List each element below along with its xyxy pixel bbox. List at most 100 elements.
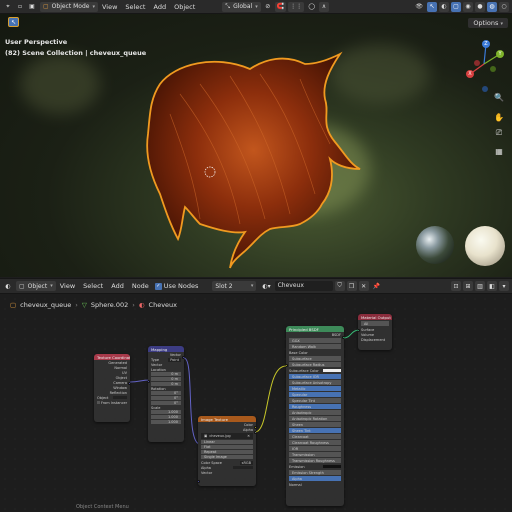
gizmo-neg-y[interactable]	[490, 66, 496, 72]
roughness-field[interactable]: Roughness	[289, 404, 341, 409]
visibility-icon[interactable]: 👁	[413, 1, 425, 12]
node-menu-add[interactable]: Add	[107, 282, 128, 290]
scale-x-field[interactable]: 1.000	[151, 410, 181, 414]
socket-vector-out[interactable]	[182, 356, 184, 359]
shader-type-dropdown[interactable]: ▢ Object ▾	[16, 281, 56, 291]
socket-alpha-out[interactable]	[254, 431, 256, 434]
distribution-dropdown[interactable]: GGX	[289, 338, 341, 343]
menu-add[interactable]: Add	[149, 3, 170, 11]
use-nodes-toggle[interactable]: ✓ Use Nodes	[154, 282, 198, 290]
camera-icon[interactable]: ⎚	[494, 128, 504, 138]
socket-base-color-in[interactable]	[286, 364, 288, 367]
metallic-field[interactable]: Metallic	[289, 386, 341, 391]
subsurface-color-row[interactable]: Subsurface Color	[286, 368, 344, 373]
from-instancer-row[interactable]: From Instancer	[94, 400, 130, 405]
node-menu-node[interactable]: Node	[128, 282, 153, 290]
shader-node-editor[interactable]: ▢ cheveux_queue › ▽ Sphere.002 › ◐ Cheve…	[0, 294, 512, 512]
duplicate-material-icon[interactable]: ❐	[346, 281, 357, 291]
transmission-roughness-field[interactable]: Transmission Roughness	[289, 458, 341, 463]
snapping-icon[interactable]: ⊡	[451, 281, 461, 291]
emission-row[interactable]: Emission	[286, 464, 344, 469]
loc-y-field[interactable]: 0 m	[151, 377, 181, 381]
gizmo-z-axis[interactable]: Z	[482, 40, 490, 48]
specular-tint-field[interactable]: Specular Tint	[289, 398, 341, 403]
emission-strength-field[interactable]: Emission Strength	[289, 470, 341, 475]
image-texture-node[interactable]: Image Texture Color Alpha ▣ cheveux.jpg ✕ …	[198, 416, 256, 486]
close-icon[interactable]: ✕	[247, 434, 250, 438]
slot-dropdown[interactable]: Slot 2 ▾	[212, 281, 257, 291]
orientation-dropdown[interactable]: ⤡ Global ▾	[222, 1, 261, 12]
menu-view[interactable]: View	[98, 3, 121, 11]
extension-dropdown[interactable]: Repeat	[201, 450, 253, 454]
mapping-node[interactable]: Mapping Vector Type Point Vector Location…	[148, 346, 184, 442]
texture-coordinate-node[interactable]: Texture Coordinate Generated Normal UV O…	[94, 354, 130, 422]
node-menu-view[interactable]: View	[56, 282, 79, 290]
scale-z-field[interactable]: 1.000	[151, 420, 181, 424]
subsurface-field[interactable]: Subsurface	[289, 356, 341, 361]
socket-bsdf-out[interactable]	[342, 336, 344, 339]
backdrop-icon[interactable]: ▥	[475, 281, 485, 291]
overlay-node-icon[interactable]: ◧	[487, 281, 497, 291]
interpolation-dropdown[interactable]: Linear	[201, 440, 253, 444]
select-mode-box[interactable]: ▫	[15, 1, 25, 12]
socket-uv[interactable]	[128, 382, 130, 385]
clearcoat-field[interactable]: Clearcoat	[289, 434, 341, 439]
pivot-icon[interactable]: ⊘	[262, 1, 273, 12]
pan-hand-icon[interactable]: ✋	[494, 112, 504, 122]
wireframe-shading-icon[interactable]: ◉	[463, 1, 473, 12]
socket-color-out[interactable]	[254, 426, 256, 429]
scale-y-field[interactable]: 1.000	[151, 415, 181, 419]
socket-vector-in[interactable]	[198, 480, 200, 483]
navigation-gizmo[interactable]: Z Y X	[464, 38, 504, 94]
shader-editor-type-icon[interactable]: ◐	[3, 281, 13, 291]
source-dropdown[interactable]: Single Image	[201, 455, 253, 459]
principled-bsdf-node[interactable]: Principled BSDF BSDF GGX Random Walk Bas…	[286, 326, 344, 506]
grid-perspective-icon[interactable]: ▦	[494, 146, 504, 156]
3d-viewport[interactable]: ↖ User Perspective (82) Scene Collection…	[0, 14, 512, 277]
node-overlay-dropdown[interactable]: ▾	[499, 281, 509, 291]
menu-select[interactable]: Select	[121, 3, 149, 11]
gizmo-y-axis[interactable]: Y	[496, 50, 504, 58]
node-menu-select[interactable]: Select	[79, 282, 107, 290]
overlay-toggle-icon[interactable]: ◐	[439, 1, 449, 12]
menu-object[interactable]: Object	[170, 3, 199, 11]
fake-user-icon[interactable]: ⛉	[334, 281, 345, 291]
pin-icon[interactable]: 📌	[370, 281, 383, 291]
alpha-field[interactable]: Alpha	[289, 476, 341, 481]
material-browse-icon[interactable]: ◐▾	[260, 281, 273, 291]
subsurface-ior-field[interactable]: Subsurface IOR	[289, 374, 341, 379]
anisotropic-field[interactable]: Anisotropic	[289, 410, 341, 415]
node-snap-icon[interactable]: ⊞	[463, 281, 473, 291]
loc-x-field[interactable]: 0 m	[151, 372, 181, 376]
breadcrumb-mesh[interactable]: Sphere.002	[91, 301, 128, 309]
proportional-edit-icon[interactable]: ◯	[306, 1, 317, 12]
gizmo-toggle-icon[interactable]: ↖	[427, 1, 437, 12]
zoom-icon[interactable]: 🔍	[494, 92, 504, 102]
breadcrumb-object[interactable]: cheveux_queue	[20, 301, 71, 309]
subsurface-anisotropy-field[interactable]: Subsurface Anisotropy	[289, 380, 341, 385]
specular-field[interactable]: Specular	[289, 392, 341, 397]
subsurface-radius-field[interactable]: Subsurface Radius	[289, 362, 341, 367]
rendered-shading-icon[interactable]: ○	[499, 1, 509, 12]
gizmo-neg-x[interactable]	[474, 60, 480, 66]
projection-dropdown[interactable]: Flat	[201, 445, 253, 449]
rot-x-field[interactable]: 0°	[151, 391, 181, 395]
anisotropic-rotation-field[interactable]: Anisotropic Rotation	[289, 416, 341, 421]
clearcoat-roughness-field[interactable]: Clearcoat Roughness	[289, 440, 341, 445]
material-shading-icon[interactable]: ◍	[487, 1, 497, 12]
gizmo-x-axis[interactable]: X	[466, 70, 474, 78]
socket-vector-in[interactable]	[148, 380, 150, 383]
target-dropdown[interactable]: All	[361, 321, 389, 326]
material-name-field[interactable]: Cheveux	[274, 281, 333, 291]
breadcrumb-material[interactable]: Cheveux	[149, 301, 177, 309]
material-output-node[interactable]: Material Output All Surface Volume Displ…	[358, 314, 392, 350]
ior-field[interactable]: IOR	[289, 446, 341, 451]
gizmo-neg-z[interactable]	[482, 86, 488, 92]
sheen-tint-field[interactable]: Sheen Tint	[289, 428, 341, 433]
solid-shading-icon[interactable]: ●	[475, 1, 485, 12]
sheen-field[interactable]: Sheen	[289, 422, 341, 427]
xray-icon[interactable]: ▢	[451, 1, 461, 12]
falloff-icon[interactable]: ∧	[318, 1, 329, 12]
snap-target-icon[interactable]: ⋮⋮	[288, 1, 305, 12]
editor-type-button[interactable]: ⌖	[3, 1, 13, 12]
